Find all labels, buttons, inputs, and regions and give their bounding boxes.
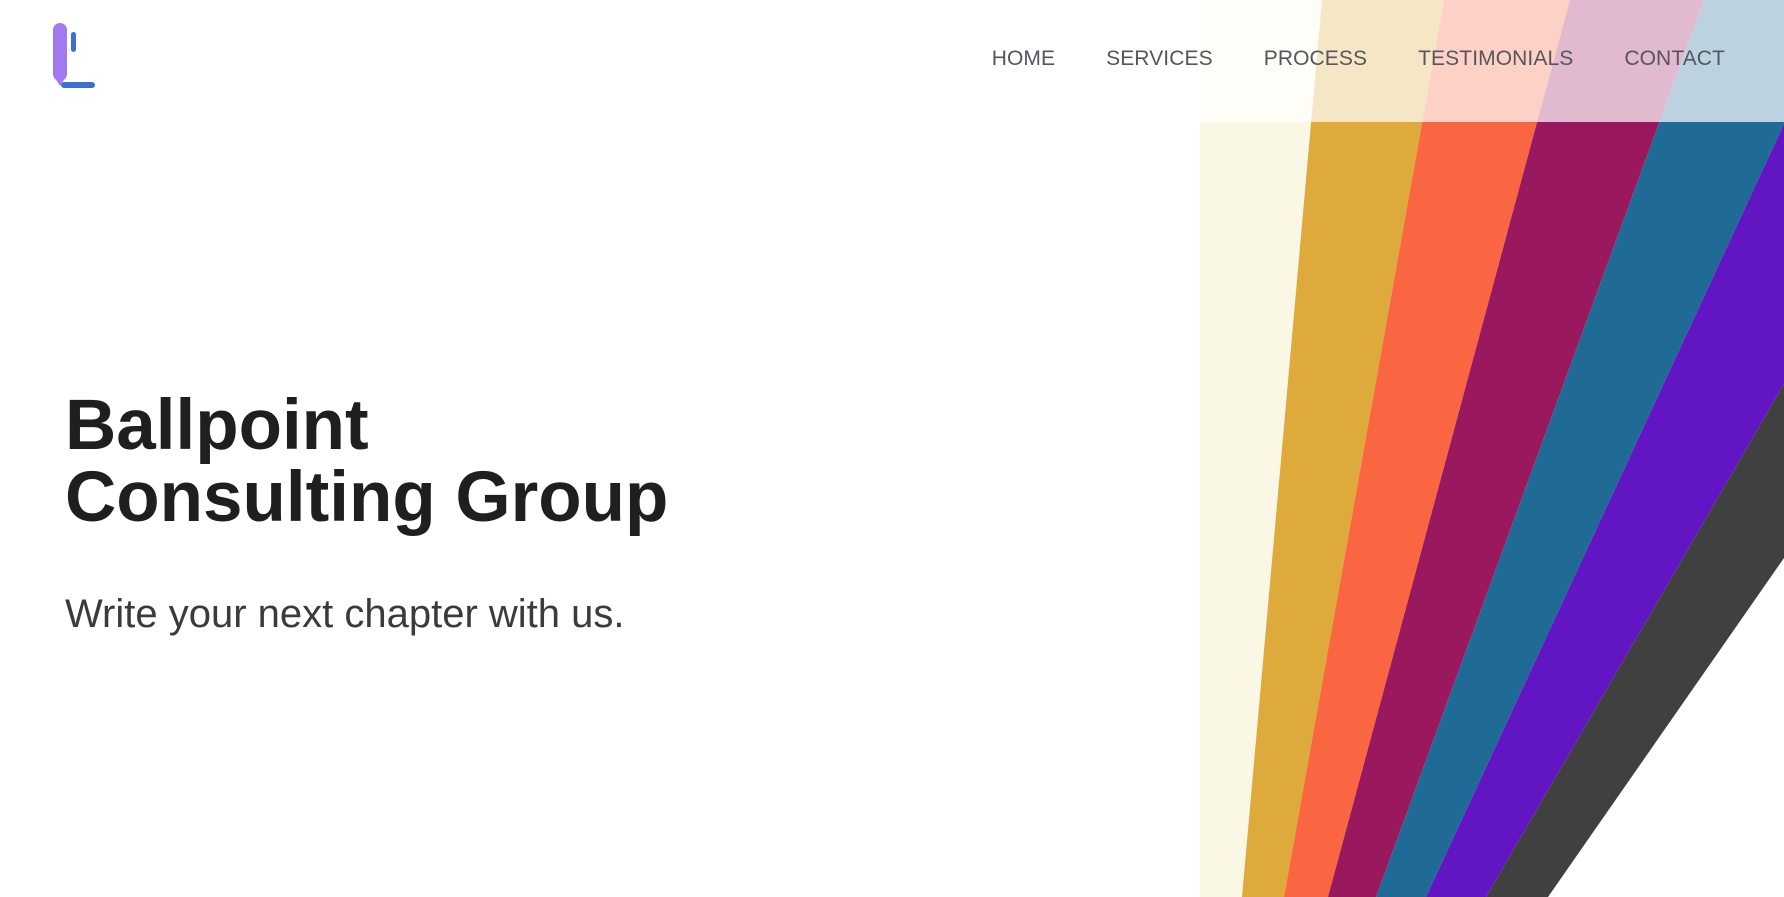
logo-underline [61,82,95,88]
nav-testimonials[interactable]: TESTIMONIALS [1418,47,1573,71]
nav-services[interactable]: SERVICES [1106,47,1213,71]
nav-home[interactable]: HOME [992,47,1055,71]
nav-process[interactable]: PROCESS [1264,47,1367,71]
hero-section: Ballpoint Consulting Group Write your ne… [65,390,965,638]
ballpoint-pen-logo-icon[interactable] [50,20,100,92]
hero-title: Ballpoint Consulting Group [65,390,965,534]
hero-title-line-1: Ballpoint [65,386,369,465]
hero-subtitle: Write your next chapter with us. [65,592,625,636]
hero-title-line-2: Consulting Group [65,458,669,537]
landing-page: HOME SERVICES PROCESS TESTIMONIALS CONTA… [0,0,1784,897]
logo-pen-clip [71,32,76,52]
main-nav: HOME SERVICES PROCESS TESTIMONIALS CONTA… [992,0,1725,118]
site-header: HOME SERVICES PROCESS TESTIMONIALS CONTA… [0,0,1784,122]
logo-pen-body [53,23,67,81]
nav-contact[interactable]: CONTACT [1624,47,1725,71]
